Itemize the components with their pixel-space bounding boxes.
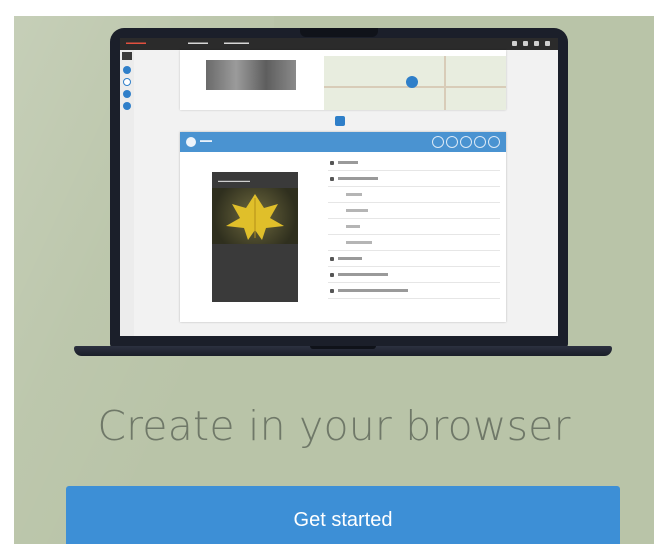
map-pin-icon [406,76,418,88]
phone-caption-placeholder: ▬▬▬▬▬▬▬▬ [218,178,250,183]
hero-headline: Create in your browser [97,402,571,450]
property-row [328,286,500,299]
laptop-illustration: ▬▬▬▬ ▬▬▬▬ ▬▬▬▬▬ ▬▬ ▬▬▬▬▬▬▬▬ [110,28,568,348]
panel-title-placeholder: ▬▬ [200,138,212,144]
property-row [328,190,500,203]
property-row [328,238,500,251]
laptop-groove [310,346,376,349]
map-road [444,56,446,110]
panel-icon [186,137,196,147]
preview-panel-top [180,50,506,110]
leaf-graphic [226,194,284,240]
tool-icon [123,90,131,98]
property-row [328,270,500,283]
property-row [328,206,500,219]
menu-icon [122,52,132,60]
app-logo: ▬▬▬▬ [126,40,146,46]
app-toolbar-icons [512,41,550,46]
tool-rail [120,50,134,336]
property-row [328,174,500,187]
leaf-photo [212,188,298,244]
tool-icon [123,66,131,74]
app-menu-2: ▬▬▬▬▬ [224,40,249,46]
laptop-notch [300,28,378,37]
editor-panel: ▬▬ ▬▬▬▬▬▬▬▬ [180,132,506,322]
add-icon [335,116,345,126]
phone-preview: ▬▬▬▬▬▬▬▬ [212,172,298,302]
tool-icon [123,102,131,110]
property-row [328,222,500,235]
property-list [328,158,500,302]
hero-card: ▬▬▬▬ ▬▬▬▬ ▬▬▬▬▬ ▬▬ ▬▬▬▬▬▬▬▬ Create in yo… [14,16,654,544]
app-toolbar: ▬▬▬▬ ▬▬▬▬ ▬▬▬▬▬ [120,38,558,50]
get-started-button[interactable]: Get started [66,486,620,544]
map-thumbnail [324,56,506,110]
editor-panel-header: ▬▬ [180,132,506,152]
laptop-screen: ▬▬▬▬ ▬▬▬▬ ▬▬▬▬▬ ▬▬ ▬▬▬▬▬▬▬▬ [120,38,558,336]
tool-icon [123,78,131,86]
photo-thumbnail [206,60,296,90]
laptop-base [74,346,612,356]
app-menu-1: ▬▬▬▬ [188,40,208,46]
property-row [328,254,500,267]
panel-header-icons [432,136,500,148]
property-row [328,158,500,171]
